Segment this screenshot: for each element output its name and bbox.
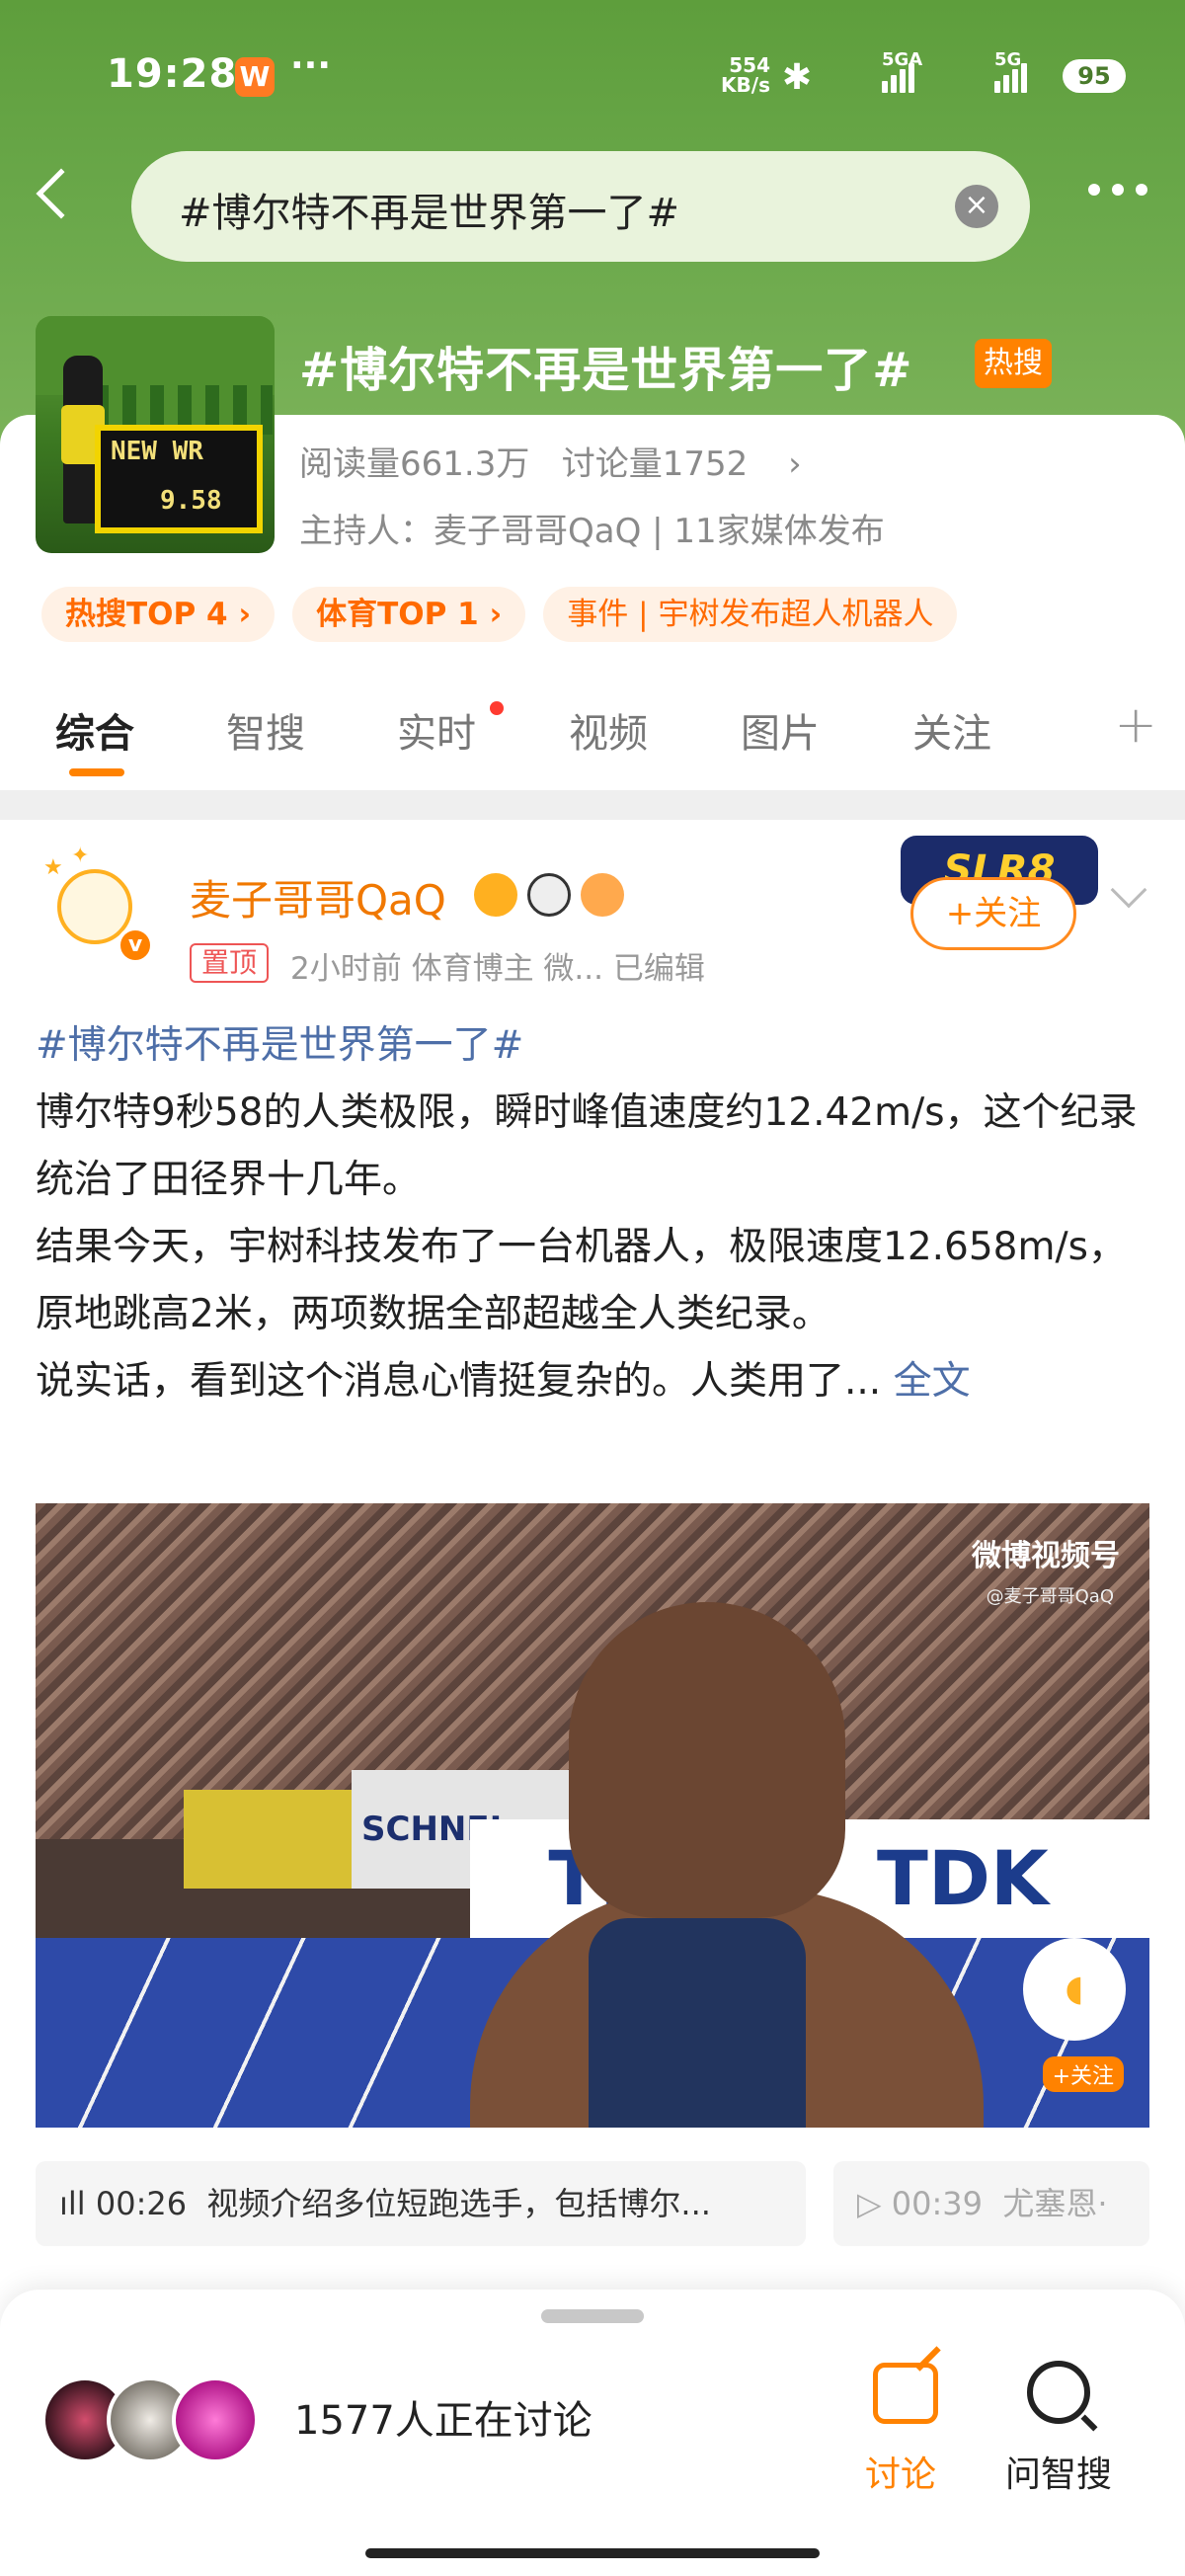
chapter-chip[interactable]: ıll 00:26 视频介绍多位短跑选手，包括博尔... [36,2161,806,2246]
audio-bars-icon: ıll [59,2185,86,2222]
tab-images[interactable]: 图片 [741,701,820,759]
gold-badge-icon [474,873,517,917]
play-icon: ▷ [857,2185,882,2222]
new-content-dot [490,701,504,715]
athlete [569,1602,845,1918]
topic-thumbnail[interactable]: NEW WR 9.58 [36,316,275,553]
creator-avatar-icon[interactable]: ◖ [1023,1938,1126,2041]
sports-rank-pill[interactable]: 体育TOP 1 › [292,587,526,642]
avatar [172,2376,259,2463]
weibo-video-watermark: 微博视频号 [972,1539,1120,1573]
video-follow-button[interactable]: +关注 [1042,2056,1124,2092]
post-hashtag[interactable]: #博尔特不再是世界第一了# [36,1012,1151,1080]
chevron-down-icon[interactable] [1110,871,1147,909]
search-input[interactable]: #博尔特不再是世界第一了# × [131,151,1030,262]
status-bar: 19:28 W ··· 554 KB/s ✱ 5GA 5G 95 [107,45,1126,107]
follow-button[interactable]: +关注 [910,877,1076,950]
drag-handle[interactable] [541,2309,644,2323]
post-meta: 2小时前 体育博主 微... 已编辑 [290,951,705,987]
panda-badge-icon [527,873,571,917]
section-divider [0,790,1185,820]
video-chapters: ıll 00:26 视频介绍多位短跑选手，包括博尔... ▷ 00:39 尤塞恩… [36,2161,1185,2246]
post-paragraph: 博尔特9秒58的人类极限，瞬时峰值速度约12.42m/s，这个纪录统治了田径界十… [36,1090,1138,1202]
author-avatar[interactable]: ★ ✦ v [32,842,158,968]
discussion-bar: 1577人正在讨论 讨论 问智搜 [0,2290,1185,2576]
clock: 19:28 [107,51,238,97]
search-query-text: #博尔特不再是世界第一了# [179,191,680,236]
tab-following[interactable]: 关注 [912,701,991,759]
fish-badge-icon [581,873,624,917]
event-pill[interactable]: 事件 | 宇树发布超人机器人 [543,587,958,642]
verified-badge-icon: v [117,926,154,964]
more-notifications-icon: ··· [290,45,332,86]
bluetooth-icon: ✱ [781,57,812,98]
hot-rank-pill[interactable]: 热搜TOP 4 › [41,587,276,642]
ask-smart-search-label[interactable]: 问智搜 [1005,2446,1112,2497]
discuss-button-label[interactable]: 讨论 [865,2446,936,2497]
smart-search-icon[interactable] [1027,2361,1090,2424]
network-speed: 554 KB/s [721,53,770,97]
author-name[interactable]: 麦子哥哥QaQ [190,867,446,927]
post-body: #博尔特不再是世界第一了# 博尔特9秒58的人类极限，瞬时峰值速度约12.42m… [36,1012,1151,1415]
chevron-right-icon: › [788,444,802,484]
chapter-chip[interactable]: ▷ 00:39 尤塞恩· [833,2161,1149,2246]
topic-title: #博尔特不再是世界第一了# [299,343,913,398]
topic-stats[interactable]: 阅读量661.3万 讨论量1752 › [299,437,802,485]
post-paragraph: 说实话，看到这个消息心情挺复杂的。人类用了... 全文 [36,1359,971,1404]
full-text-link[interactable]: 全文 [894,1359,971,1404]
post-paragraph: 结果今天，宇树科技发布了一台机器人，极限速度12.658m/s，原地跳高2米，两… [36,1225,1127,1336]
home-indicator [365,2548,820,2558]
signal-5g-icon: 5G [994,49,1027,93]
tab-comprehensive[interactable]: 综合 [55,701,134,759]
compose-icon[interactable] [873,2363,938,2424]
discussing-count[interactable]: 1577人正在讨论 [294,2388,592,2446]
tab-realtime[interactable]: 实时 [397,701,476,759]
clear-search-icon[interactable]: × [955,185,998,228]
pinned-badge: 置顶 [190,943,270,983]
active-tab-indicator [69,768,124,776]
hot-badge: 热搜 [975,339,1052,388]
more-options-icon[interactable] [1088,184,1147,196]
weibo-notification-icon: W [235,57,275,97]
add-tab-icon[interactable]: + [1114,695,1157,755]
topic-host: 主持人：麦子哥哥QaQ | 11家媒体发布 [299,512,885,551]
battery-indicator: 95 [1063,59,1126,93]
signal-5ga-icon: 5GA [882,49,922,93]
watermark-author: @麦子哥哥QaQ [986,1586,1114,1607]
tab-video[interactable]: 视频 [569,701,648,759]
tab-smart-search[interactable]: 智搜 [226,701,305,759]
video-player[interactable]: SCHNEI TDK TDK 微博视频号 @麦子哥哥QaQ ◖ +关注 [36,1503,1149,2128]
topic-tags: 热搜TOP 4 › 体育TOP 1 › 事件 | 宇树发布超人机器人 [41,587,958,642]
